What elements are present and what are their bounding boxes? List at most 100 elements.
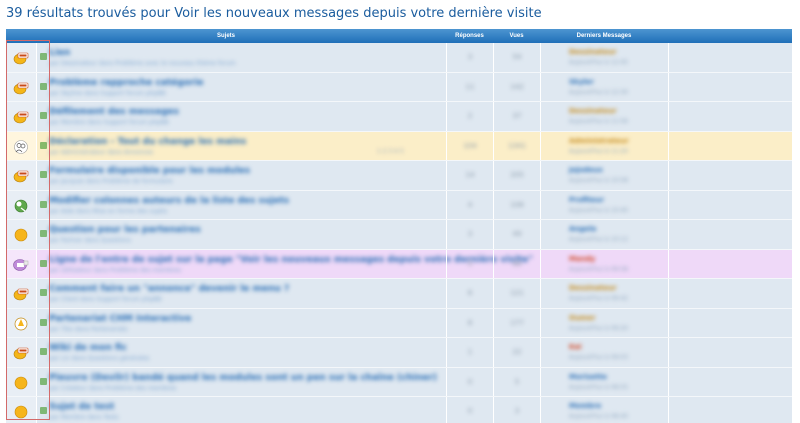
topic-cell: Formulaire disponible pour les modules pa… <box>37 161 446 190</box>
topic-meta: par Dessinateur dans Problème avec le no… <box>49 60 236 67</box>
last-poster-link[interactable]: Angela <box>569 225 596 233</box>
table-row[interactable]: Problème rapproche catégorie par Skyline … <box>6 72 792 102</box>
reply-count: 2 <box>467 112 473 120</box>
last-message-cell: Skyler Aujourd'hui à 12:30 <box>540 72 668 101</box>
row-spacer <box>668 190 792 219</box>
topic-pagination[interactable]: 1 2 3 4 5 <box>377 148 404 155</box>
last-poster-link[interactable]: Dessinateur <box>569 284 617 292</box>
topic-list: Lien par Dessinateur dans Problème avec l… <box>6 43 792 423</box>
topic-meta: par Partner dans Questions <box>49 237 131 244</box>
replies-cell: 1 <box>446 338 493 367</box>
last-poster-link[interactable]: Administrateur <box>569 137 629 145</box>
topic-cell: Modifier colonnes auteurs de la liste de… <box>37 191 446 220</box>
last-post-date: Aujourd'hui à 09:42 <box>569 295 628 302</box>
topic-meta: par Membre dans Support forum phpBB <box>49 119 169 126</box>
last-message-cell: Oumer Aujourd'hui à 09:20 <box>540 308 668 337</box>
topic-meta: par Lin dans Questions générales <box>49 355 150 362</box>
view-count: 142 <box>510 82 524 91</box>
last-poster-link[interactable]: Membre <box>569 402 601 410</box>
topic-meta: par Membre dans Tests <box>49 414 119 421</box>
topic-title-link[interactable]: Pieuvre (Devilr) bandé quand les modules… <box>49 373 437 383</box>
replies-cell: 11 <box>446 72 493 101</box>
table-row[interactable]: Pieuvre (Devilr) bandé quand les modules… <box>6 367 792 397</box>
row-spacer <box>668 308 792 337</box>
last-post-date: Aujourd'hui à 12:30 <box>569 88 628 96</box>
last-poster-link[interactable]: Dessinateur <box>569 48 617 56</box>
last-poster-link[interactable]: Mandy <box>569 255 595 263</box>
topic-cell: Défilement des messages par Membre dans S… <box>37 102 446 131</box>
last-post-date: Aujourd'hui à 08:55 <box>569 383 628 391</box>
last-message-cell: Dessinateur Aujourd'hui à 09:42 <box>540 279 668 308</box>
last-poster-link[interactable]: Profiteur <box>569 196 604 204</box>
table-row[interactable]: Lien par Dessinateur dans Problème avec l… <box>6 43 792 73</box>
table-row[interactable]: Wiki de mon fic par Lin dans Questions gé… <box>6 338 792 368</box>
table-row[interactable]: Ligne de l'entre de sujet sur la page "V… <box>6 249 792 279</box>
topic-title-link[interactable]: Modifier colonnes auteurs de la liste de… <box>49 196 289 206</box>
views-cell: 37 <box>493 102 540 131</box>
last-message-cell: Kai Aujourd'hui à 09:03 <box>540 338 668 367</box>
views-cell: 1341 <box>493 131 540 160</box>
table-row[interactable]: Formulaire disponible pour les modules pa… <box>6 161 792 191</box>
topic-meta: par Utilisateur dans Problème des membre… <box>49 266 181 274</box>
topic-title-link[interactable]: Lien <box>49 48 70 58</box>
reply-count: 0 <box>467 377 473 386</box>
last-poster-link[interactable]: Dessinateur <box>569 107 617 115</box>
last-post-date: Aujourd'hui à 12:45 <box>569 59 628 66</box>
table-row[interactable]: Comment faire un "annonce" devenir le me… <box>6 279 792 309</box>
views-cell: 3 <box>493 397 540 423</box>
topic-title-link[interactable]: Déclaration - Tout du change les mains <box>49 137 246 147</box>
last-post-date: Aujourd'hui à 10:58 <box>569 177 628 184</box>
table-row[interactable]: Partenariat CHM Interactive par Tiko dans… <box>6 308 792 338</box>
table-row[interactable]: Défilement des messages par Membre dans S… <box>6 102 792 132</box>
last-message-cell: Dessinateur Aujourd'hui à 11:56 <box>540 102 668 131</box>
table-row[interactable]: Sujet de test par Membre dans Tests 0 3 Memb… <box>6 397 792 423</box>
last-poster-link[interactable]: Oumer <box>569 314 595 322</box>
last-message-cell: Morisette Aujourd'hui à 08:55 <box>540 367 668 396</box>
last-poster-link[interactable]: Skyler <box>569 78 594 86</box>
topic-meta: par Client dans Support forum phpBB <box>49 296 162 303</box>
table-row[interactable]: Modifier colonnes auteurs de la liste de… <box>6 190 792 220</box>
last-message-cell: Administrateur Aujourd'hui à 11:20 <box>540 131 668 160</box>
view-count: 5 <box>514 377 520 386</box>
column-replies[interactable]: Réponses <box>446 29 493 43</box>
replies-cell: 3 <box>446 43 493 72</box>
topic-meta: par Créateur dans Problème des membres <box>49 384 177 392</box>
topic-title-link[interactable]: Comment faire un "annonce" devenir le me… <box>49 284 289 294</box>
table-header: Sujets Réponses Vues Derniers Messages <box>6 29 792 43</box>
column-views[interactable]: Vues <box>493 29 540 43</box>
view-count: 37 <box>512 112 522 120</box>
reply-count: 104 <box>463 141 477 150</box>
topic-cell: Pieuvre (Devilr) bandé quand les modules… <box>37 368 446 397</box>
column-last-messages[interactable]: Derniers Messages <box>540 29 668 43</box>
views-cell: 177 <box>493 308 540 337</box>
topic-meta: par Skyline dans Support forum phpBB <box>49 89 166 97</box>
view-count: 54 <box>512 53 522 61</box>
last-poster-link[interactable]: Morisette <box>569 373 607 381</box>
topic-cell: Question pour les partenaires par Partner… <box>37 220 446 249</box>
topic-title-link[interactable]: Wiki de mon fic <box>49 343 127 353</box>
row-spacer <box>668 338 792 367</box>
row-spacer <box>668 367 792 396</box>
view-count: 177 <box>510 318 524 327</box>
table-row[interactable]: Déclaration - Tout du change les mains pa… <box>6 131 792 161</box>
topic-title-link[interactable]: Défilement des messages <box>49 107 179 117</box>
last-poster-link[interactable]: Kai <box>569 343 582 351</box>
topic-title-link[interactable]: Formulaire disponible pour les modules <box>49 166 250 176</box>
topic-title-link[interactable]: Sujet de test <box>49 402 114 412</box>
topic-title-link[interactable]: Partenariat CHM Interactive <box>49 314 191 324</box>
column-subjects[interactable]: Sujets <box>6 29 446 43</box>
row-spacer <box>668 72 792 101</box>
replies-cell: 0 <box>446 397 493 423</box>
reply-count: 0 <box>467 407 473 415</box>
reply-count: 8 <box>467 318 473 327</box>
topic-title-link[interactable]: Question pour les partenaires <box>49 225 201 235</box>
replies-cell: 4 <box>446 190 493 219</box>
topic-title-link[interactable]: Problème rapproche catégorie <box>49 78 204 88</box>
views-cell: 22 <box>493 338 540 367</box>
replies-cell: 0 <box>446 367 493 396</box>
topic-meta: par Jacques dans Problème de formulaire <box>49 178 173 185</box>
last-poster-link[interactable]: Jojodeux <box>569 166 603 174</box>
table-row[interactable]: Question pour les partenaires par Partner… <box>6 220 792 250</box>
last-post-date: Aujourd'hui à 09:58 <box>569 265 628 273</box>
view-count: 108 <box>510 200 524 209</box>
